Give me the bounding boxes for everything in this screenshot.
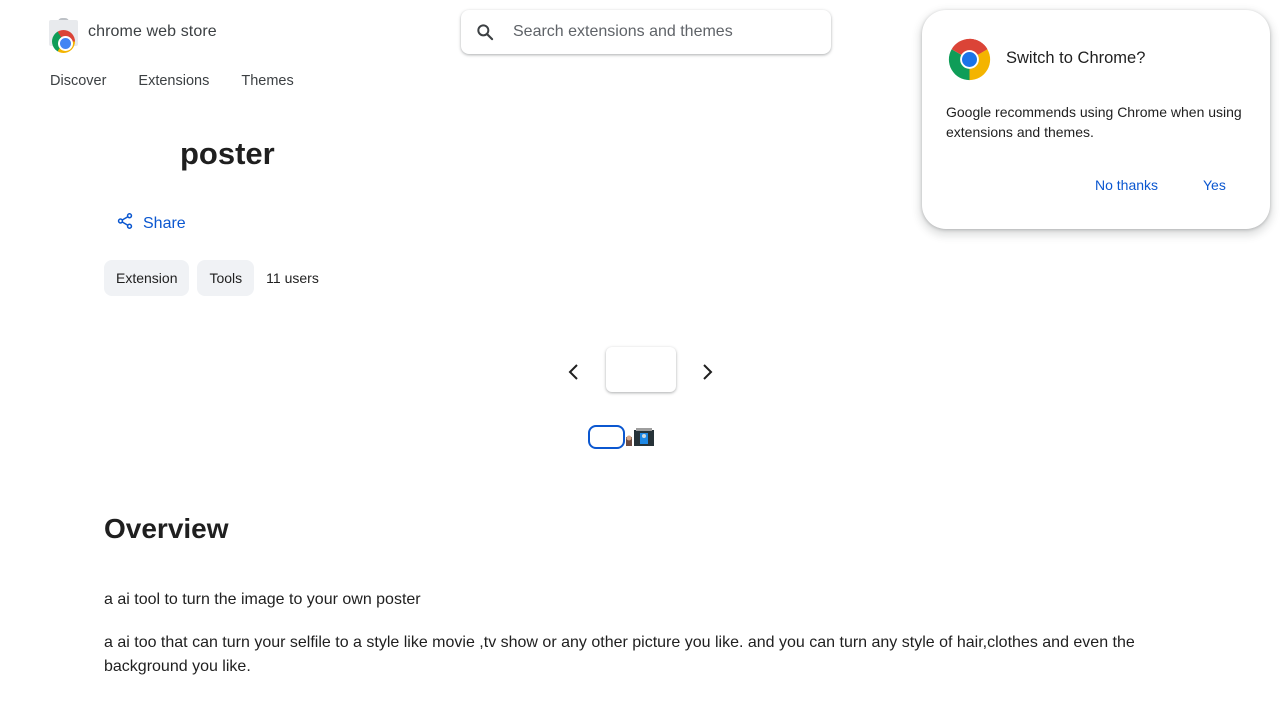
search-icon[interactable] <box>475 22 495 42</box>
thumbnail-poster-image[interactable] <box>626 428 656 446</box>
nav-themes[interactable]: Themes <box>241 73 293 89</box>
store-name: chrome web store <box>88 23 217 40</box>
dialog-title: Switch to Chrome? <box>1006 49 1146 67</box>
overview-summary: a ai tool to turn the image to your own … <box>104 591 421 608</box>
overview-description: a ai too that can turn your selfile to a… <box>104 634 1135 675</box>
overview-heading: Overview <box>104 513 229 544</box>
chevron-right-icon[interactable] <box>695 360 719 384</box>
store-logo-link[interactable]: chrome web store <box>49 18 217 53</box>
switch-to-chrome-dialog: Switch to Chrome? Google recommends usin… <box>922 10 1270 229</box>
search-box[interactable] <box>461 10 831 54</box>
chip-tools[interactable]: Tools <box>197 260 255 296</box>
search-input[interactable] <box>513 23 813 41</box>
nav-discover[interactable]: Discover <box>50 73 106 89</box>
users-count: 11 users <box>266 270 319 286</box>
share-button[interactable]: Share <box>116 212 186 235</box>
screenshot-viewer[interactable] <box>606 347 676 392</box>
main-nav: Discover Extensions Themes <box>50 73 326 89</box>
share-label: Share <box>143 214 186 232</box>
item-chips: Extension Tools 11 users <box>104 260 319 296</box>
item-title: poster <box>180 136 275 171</box>
chrome-logo-icon <box>947 37 992 82</box>
chevron-left-icon[interactable] <box>562 360 586 384</box>
chip-extension[interactable]: Extension <box>104 260 190 296</box>
nav-extensions[interactable]: Extensions <box>138 73 209 89</box>
chrome-web-store-icon <box>49 18 79 53</box>
dialog-body: Google recommends using Chrome when usin… <box>946 104 1242 140</box>
no-thanks-button[interactable]: No thanks <box>1095 177 1158 193</box>
thumbnail-selected[interactable] <box>588 425 625 449</box>
yes-button[interactable]: Yes <box>1203 177 1226 193</box>
share-icon <box>116 212 134 235</box>
